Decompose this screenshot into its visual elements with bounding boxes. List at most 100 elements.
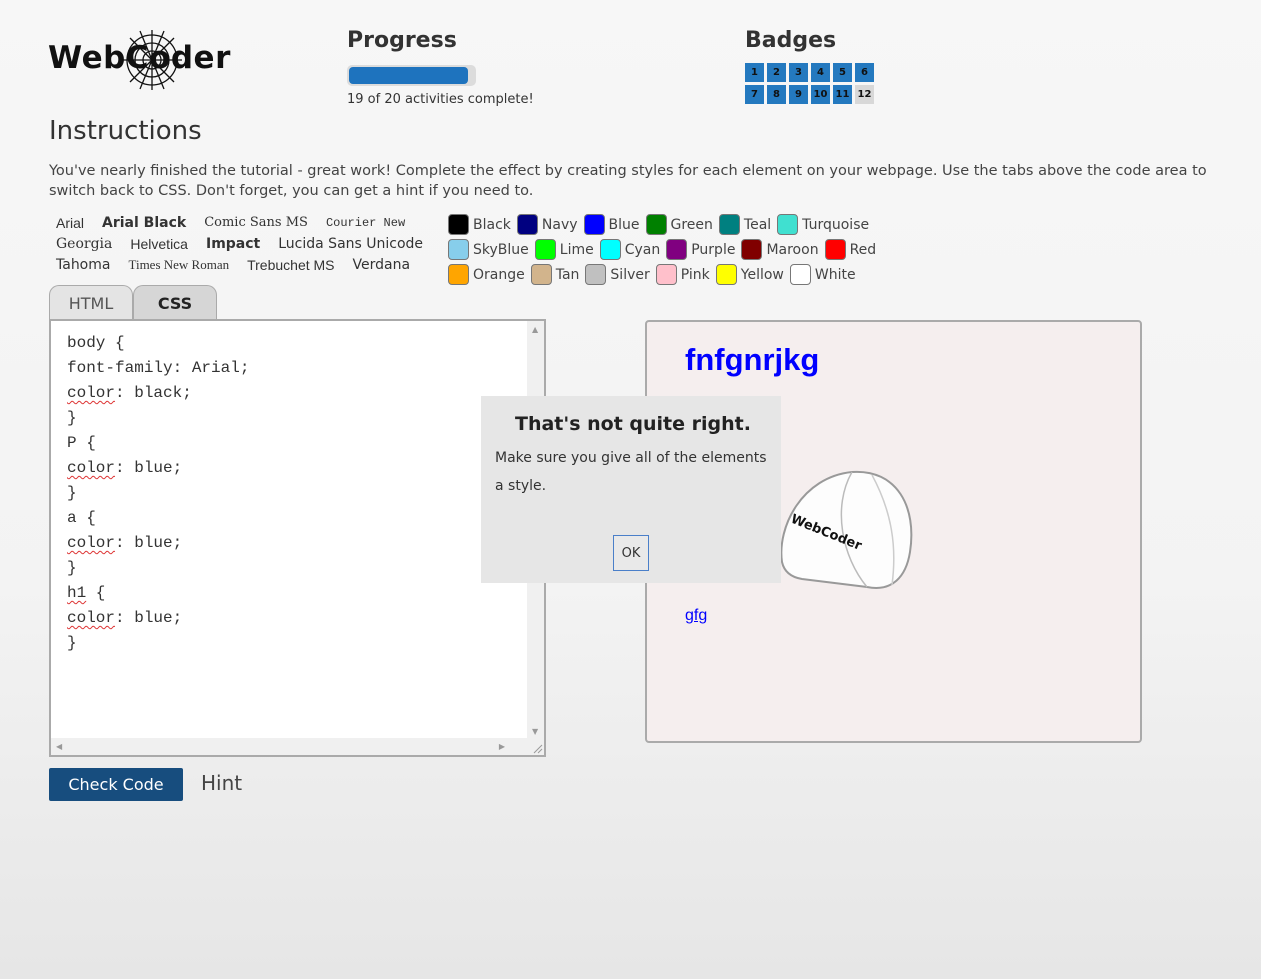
badge-9: 9 (789, 85, 808, 104)
progress-section: Progress 19 of 20 activities complete! (347, 28, 607, 107)
tab-html[interactable]: HTML (49, 285, 133, 320)
badge-7: 7 (745, 85, 764, 104)
preview-heading: fnfgnrjkg (685, 342, 820, 377)
color-label: Orange (473, 266, 525, 283)
css-code-editor[interactable]: body {font-family: Arial; color: black;} P… (49, 319, 546, 757)
font-row: Georgia Helvetica Impact Lucida Sans Unicod… (56, 233, 436, 254)
color-item-black: Black (448, 214, 511, 235)
code-text[interactable]: body {font-family: Arial; color: black;} P… (67, 331, 249, 656)
code-text-segment: : blue; (115, 459, 183, 477)
hint-link[interactable]: Hint (201, 771, 242, 795)
font-item: Impact (205, 235, 261, 252)
color-label: Turquoise (802, 216, 870, 233)
badges-title: Badges (745, 28, 837, 53)
color-reference-list: Black Navy Blue Green Teal Turquoise SkyBlue Li… (448, 212, 882, 287)
color-label: Tan (555, 266, 580, 283)
font-item: Trebuchet MS (247, 256, 335, 273)
color-swatch (789, 264, 811, 285)
error-dialog: That's not quite right. Make sure you gi… (481, 396, 781, 583)
code-line: color: blue; (67, 456, 249, 481)
code-line: } (67, 481, 249, 506)
dialog-title: That's not quite right. (515, 413, 751, 435)
preview-link[interactable]: gfg (685, 607, 707, 625)
color-swatch (741, 239, 763, 260)
color-swatch (448, 214, 469, 235)
code-text-segment: : blue; (115, 609, 183, 627)
scroll-down-icon[interactable]: ▼ (532, 727, 538, 736)
code-text-segment: font-family: Arial; (67, 359, 250, 377)
color-label: Maroon (766, 241, 819, 258)
badge-4: 4 (811, 63, 830, 82)
code-text-segment: } (67, 484, 77, 502)
color-item-purple: Purple (666, 239, 735, 260)
color-item-blue: Blue (583, 214, 640, 235)
color-swatch (777, 214, 799, 235)
color-swatch (585, 264, 607, 285)
color-swatch (534, 239, 556, 260)
color-label: Navy (541, 216, 578, 233)
color-swatch (824, 239, 846, 260)
color-label: Lime (559, 241, 594, 258)
color-label: SkyBlue (473, 241, 529, 258)
code-spellcheck-word: color (67, 384, 116, 402)
code-line: } (67, 556, 249, 581)
code-text-segment: : blue; (115, 534, 183, 552)
badge-1: 1 (745, 63, 764, 82)
check-code-button[interactable]: Check Code (49, 768, 183, 801)
color-swatch (599, 239, 621, 260)
color-item-yellow: Yellow (715, 264, 784, 285)
horizontal-scrollbar[interactable]: ◀ ▶ (51, 738, 527, 755)
color-swatch (516, 214, 538, 235)
color-item-red: Red (824, 239, 876, 260)
dialog-message: Make sure you give all of the elements a… (495, 450, 767, 494)
code-line: a { (67, 506, 249, 531)
color-swatch (666, 239, 688, 260)
code-text-segment: } (67, 634, 77, 652)
color-item-orange: Orange (448, 264, 525, 285)
webcoder-logo: WebCoder (48, 28, 230, 92)
color-label: White (814, 266, 856, 283)
font-item: Verdana (352, 256, 411, 273)
color-swatch (448, 239, 469, 260)
font-item: Tahoma (56, 256, 111, 273)
color-label: Black (473, 216, 511, 233)
color-item-skyblue: SkyBlue (448, 239, 529, 260)
code-line: color: blue; (67, 531, 249, 556)
color-row: SkyBlue Lime Cyan Purple Maroon Red (448, 237, 882, 262)
font-item: Comic Sans MS (204, 215, 308, 230)
color-item-teal: Teal (718, 214, 771, 235)
color-label: Blue (608, 216, 640, 233)
color-swatch (583, 214, 605, 235)
font-item: Georgia (56, 235, 113, 252)
code-text-segment: a { (67, 509, 96, 527)
color-label: Green (670, 216, 713, 233)
progress-bar-fill (349, 67, 468, 84)
color-item-green: Green (645, 214, 713, 235)
resize-handle[interactable] (527, 738, 544, 755)
code-line: font-family: Arial; (67, 356, 249, 381)
color-item-lime: Lime (534, 239, 594, 260)
code-text-segment: } (67, 559, 77, 577)
code-text-segment: : black; (115, 384, 192, 402)
scroll-up-icon[interactable]: ▲ (532, 325, 538, 334)
font-item: Helvetica (130, 235, 188, 252)
font-item: Arial (56, 214, 85, 231)
font-row: Tahoma Times New Roman Trebuchet MS Verdana (56, 254, 436, 275)
font-item: Arial Black (102, 214, 187, 231)
tab-css[interactable]: CSS (133, 285, 217, 320)
scroll-right-icon[interactable]: ▶ (499, 742, 505, 751)
progress-title: Progress (347, 28, 457, 53)
code-line: } (67, 406, 249, 431)
badge-12: 12 (855, 85, 874, 104)
code-text-segment: P { (67, 434, 96, 452)
badge-8: 8 (767, 85, 786, 104)
font-item: Times New Roman (128, 256, 230, 272)
color-swatch (530, 264, 552, 285)
code-text-segment: { (86, 584, 106, 602)
color-item-white: White (789, 264, 856, 285)
ok-button[interactable]: OK (613, 535, 649, 571)
scroll-left-icon[interactable]: ◀ (56, 742, 62, 751)
color-label: Yellow (740, 266, 784, 283)
badge-10: 10 (811, 85, 830, 104)
font-item: Courier New (325, 215, 406, 230)
